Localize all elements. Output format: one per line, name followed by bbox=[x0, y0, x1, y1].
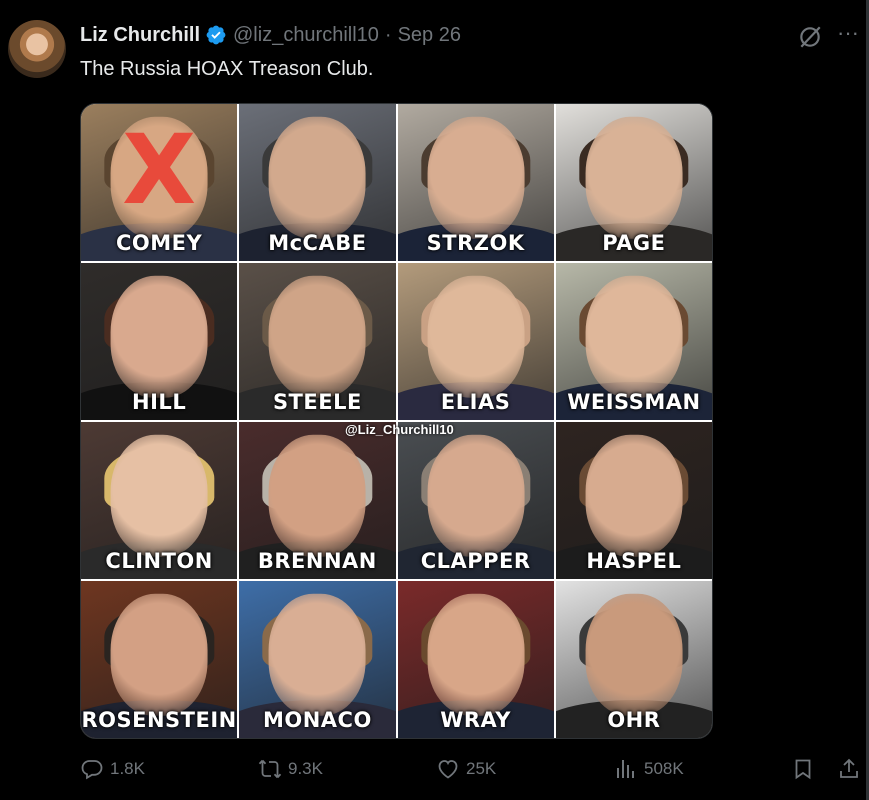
portrait-face bbox=[585, 593, 683, 717]
views-count: 508K bbox=[644, 759, 684, 778]
portrait-name-label: BRENNAN bbox=[257, 549, 377, 573]
retweet-count: 9.3K bbox=[288, 759, 323, 778]
portrait-face bbox=[268, 434, 366, 558]
portrait-face bbox=[110, 593, 208, 717]
portrait-cell: STRZOK bbox=[397, 104, 554, 261]
portrait-face bbox=[427, 116, 525, 240]
tweet-text: The Russia HOAX Treason Club. bbox=[80, 58, 374, 80]
portrait-face bbox=[427, 593, 525, 717]
grok-icon[interactable] bbox=[797, 24, 823, 50]
portrait-cell: MONACO bbox=[239, 581, 396, 738]
portrait-cell: STEELE bbox=[239, 263, 396, 420]
portrait-name-label: MONACO bbox=[262, 708, 372, 732]
portrait-face bbox=[585, 275, 683, 399]
portrait-cell: WEISSMAN bbox=[555, 263, 712, 420]
bookmark-button[interactable] bbox=[791, 757, 815, 781]
verified-badge-icon bbox=[206, 25, 226, 45]
portrait-face bbox=[110, 275, 208, 399]
reply-icon bbox=[81, 760, 103, 780]
portrait-cell: BRENNAN bbox=[239, 422, 396, 579]
views-button[interactable]: 508K bbox=[614, 757, 684, 781]
portrait-face bbox=[427, 434, 525, 558]
display-name[interactable]: Liz Churchill bbox=[80, 24, 200, 47]
portrait-face bbox=[110, 434, 208, 558]
portrait-cell: CLAPPER bbox=[397, 422, 554, 579]
share-button[interactable] bbox=[837, 757, 861, 781]
portrait-cell: CLINTON bbox=[81, 422, 238, 579]
portrait-name-label: STRZOK bbox=[426, 231, 525, 255]
portrait-cell: PAGE bbox=[555, 104, 712, 261]
like-button[interactable]: 25K bbox=[436, 757, 496, 781]
portrait-name-label: HASPEL bbox=[586, 549, 682, 573]
portrait-cell: OHR bbox=[555, 581, 712, 738]
portrait-face bbox=[268, 116, 366, 240]
portrait-grid: X COMEY McCABE STRZOK PAGE HILL STEELE ELIAS WEI… bbox=[81, 104, 712, 738]
portrait-cell: X COMEY bbox=[81, 104, 238, 261]
portrait-name-label: ELIAS bbox=[440, 390, 511, 414]
portrait-cell: ELIAS bbox=[397, 263, 554, 420]
timestamp[interactable]: Sep 26 bbox=[398, 24, 461, 47]
more-options-icon[interactable]: ··· bbox=[837, 22, 863, 48]
tweet-actions: 1.8K 9.3K 25K 508K bbox=[80, 757, 860, 787]
avatar[interactable] bbox=[8, 20, 66, 78]
views-icon bbox=[617, 760, 634, 778]
portrait-face bbox=[427, 275, 525, 399]
red-x-mark: X bbox=[122, 113, 197, 226]
portrait-face bbox=[585, 116, 683, 240]
portrait-cell: HILL bbox=[81, 263, 238, 420]
tweet-header: Liz Churchill @liz_churchill10 · Sep 26 bbox=[80, 22, 461, 48]
author-handle[interactable]: @liz_churchill10 bbox=[233, 24, 379, 47]
portrait-name-label: McCABE bbox=[268, 231, 367, 255]
share-icon bbox=[840, 758, 858, 778]
portrait-face bbox=[268, 593, 366, 717]
heart-icon bbox=[438, 760, 458, 779]
portrait-name-label: HILL bbox=[132, 390, 187, 414]
bookmark-icon bbox=[795, 759, 811, 780]
tweet-image[interactable]: X COMEY McCABE STRZOK PAGE HILL STEELE ELIAS WEI… bbox=[80, 103, 713, 739]
reply-count: 1.8K bbox=[110, 759, 145, 778]
portrait-name-label: CLINTON bbox=[105, 549, 213, 573]
portrait-name-label: ROSENSTEIN bbox=[81, 708, 237, 732]
retweet-icon bbox=[258, 759, 282, 779]
portrait-cell: HASPEL bbox=[555, 422, 712, 579]
portrait-name-label: WRAY bbox=[440, 708, 512, 732]
image-watermark: @Liz_Churchill10 bbox=[345, 422, 454, 437]
separator-dot: · bbox=[384, 23, 392, 46]
reply-button[interactable]: 1.8K bbox=[80, 757, 145, 781]
portrait-name-label: WEISSMAN bbox=[567, 390, 701, 414]
portrait-name-label: PAGE bbox=[602, 231, 666, 255]
portrait-name-label: CLAPPER bbox=[420, 549, 531, 573]
like-count: 25K bbox=[466, 759, 497, 778]
portrait-cell: ROSENSTEIN bbox=[81, 581, 238, 738]
portrait-cell: McCABE bbox=[239, 104, 396, 261]
retweet-button[interactable]: 9.3K bbox=[258, 757, 323, 781]
portrait-name-label: STEELE bbox=[272, 390, 362, 414]
portrait-name-label: OHR bbox=[607, 708, 661, 732]
portrait-cell: WRAY bbox=[397, 581, 554, 738]
portrait-face bbox=[585, 434, 683, 558]
portrait-name-label: COMEY bbox=[116, 231, 203, 255]
portrait-face bbox=[268, 275, 366, 399]
